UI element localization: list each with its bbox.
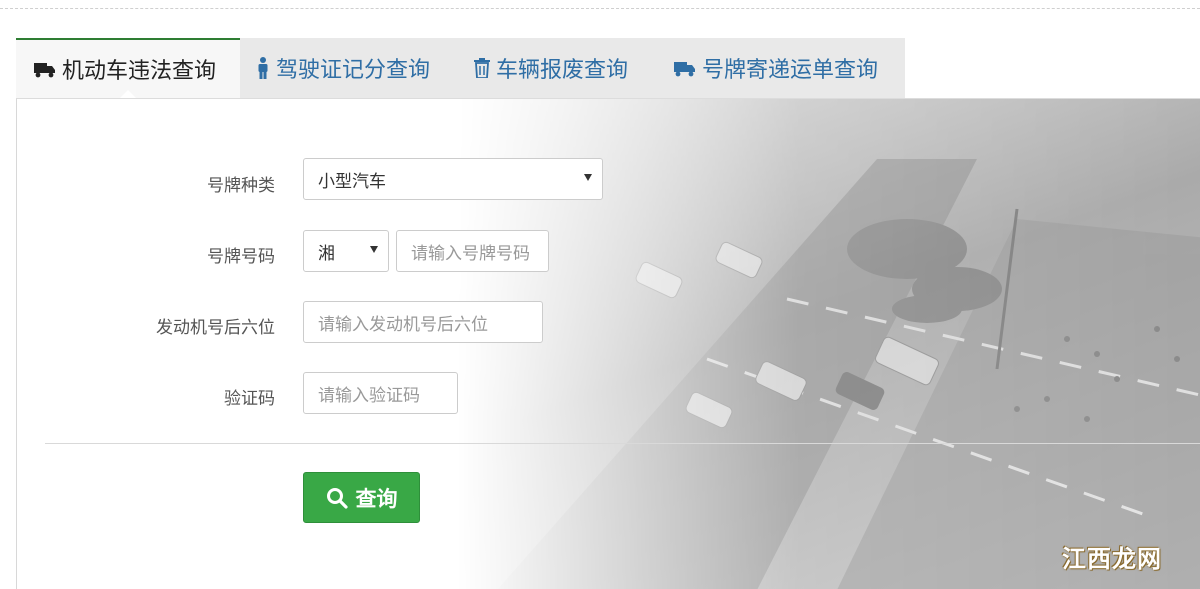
dropdown-arrow-icon [584,174,592,181]
tab-license-points[interactable]: 驾驶证记分查询 [256,38,456,98]
query-button-label: 查询 [355,486,398,511]
engine-number-placeholder: 请输入发动机号后六位 [318,314,488,335]
truck-icon [34,60,56,78]
captcha-placeholder: 请输入验证码 [318,385,420,406]
captcha-input[interactable]: 请输入验证码 [303,372,458,414]
trash-icon [474,58,490,78]
top-dashed-divider [0,8,1200,9]
plate-type-select[interactable]: 小型汽车 [303,158,603,200]
engine-number-label: 发动机号后六位 [156,318,275,338]
tab-vehicle-violation[interactable]: 机动车违法查询 [16,38,240,98]
person-icon [256,57,270,79]
engine-number-input[interactable]: 请输入发动机号后六位 [303,301,543,343]
tab-label: 驾驶证记分查询 [276,58,431,83]
province-select[interactable]: 湘 [303,230,389,272]
tab-vehicle-scrap[interactable]: 车辆报废查询 [474,38,664,98]
form-divider [45,443,1200,444]
tab-label: 机动车违法查询 [62,59,217,84]
plate-number-input[interactable]: 请输入号牌号码 [396,230,549,272]
tab-label: 车辆报废查询 [496,58,629,83]
tab-label: 号牌寄递运单查询 [702,58,879,83]
plate-type-value: 小型汽车 [318,171,386,192]
dropdown-arrow-icon [370,246,378,253]
truck-icon [674,59,696,77]
query-button[interactable]: 查询 [303,472,420,523]
plate-type-label: 号牌种类 [207,176,275,196]
query-form-panel: 号牌种类 小型汽车 号牌号码 湘 请输入号牌号码 发动机号后六位 请输入发动机号… [16,98,1200,589]
search-icon [326,487,348,509]
site-watermark: 江西龙网 [1062,545,1162,573]
captcha-label: 验证码 [224,389,275,409]
query-tab-bar: 机动车违法查询 驾驶证记分查询 车辆报废查询 号牌寄递运单查询 [16,38,905,98]
province-value: 湘 [318,243,335,264]
plate-number-label: 号牌号码 [207,247,275,267]
tab-plate-delivery[interactable]: 号牌寄递运单查询 [674,38,905,98]
plate-number-placeholder: 请输入号牌号码 [411,243,530,264]
